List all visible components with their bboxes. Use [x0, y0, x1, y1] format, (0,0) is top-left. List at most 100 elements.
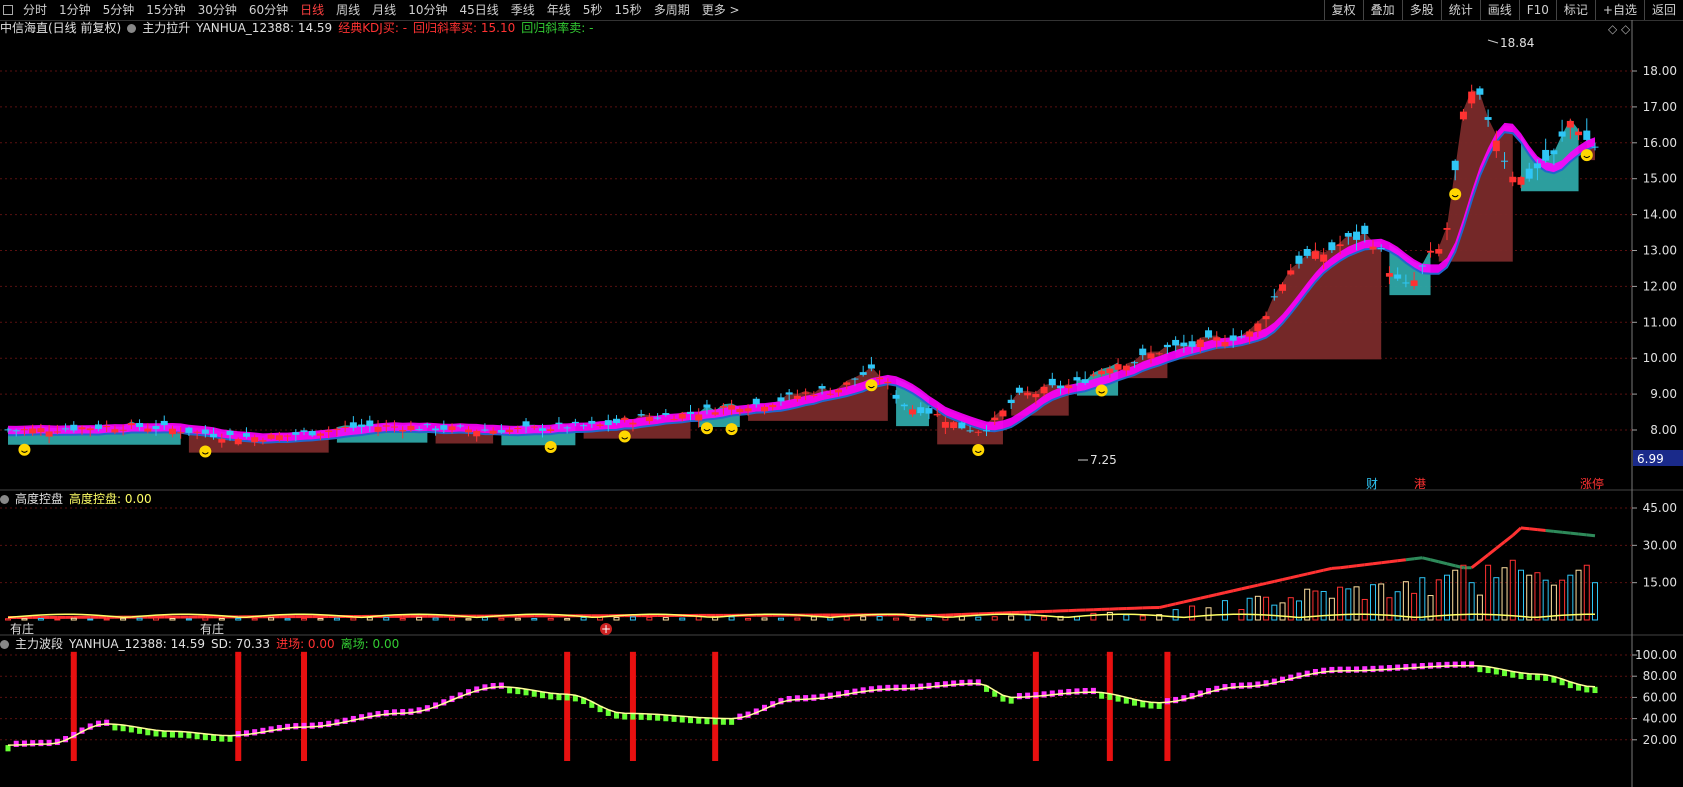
control-bar	[1106, 611, 1113, 621]
signal-bar	[301, 651, 308, 761]
wave-bar	[967, 679, 973, 686]
candle-body	[168, 428, 176, 435]
control-line	[1446, 562, 1456, 568]
control-bar	[1189, 605, 1196, 621]
candle-body	[193, 431, 201, 433]
candle-body	[1287, 270, 1295, 275]
candle-body	[316, 433, 324, 436]
candle-body	[826, 393, 834, 395]
candle-body	[218, 438, 226, 443]
wave-bar	[211, 734, 217, 742]
smiley-icon	[199, 445, 212, 458]
wave-bar	[901, 684, 907, 691]
candle-body	[1262, 316, 1270, 320]
wave-bar	[951, 680, 957, 687]
wave-bar	[679, 716, 685, 723]
control-bar	[1345, 588, 1352, 621]
wave-bar	[1584, 686, 1590, 693]
wave-bar	[712, 718, 718, 725]
wave-bar	[844, 689, 850, 697]
control-bar	[531, 618, 538, 621]
wave-bar	[276, 724, 282, 732]
control-bar	[1254, 595, 1261, 621]
candle-body	[1032, 393, 1040, 398]
control-bar	[87, 618, 94, 621]
y-tick-label: 30.00	[1643, 538, 1677, 552]
candle-body	[366, 420, 374, 427]
candle-body	[1418, 265, 1426, 267]
candle-body	[654, 417, 662, 419]
candle-body	[1131, 362, 1139, 364]
control-bar	[1411, 592, 1418, 621]
signal-bar	[1164, 651, 1171, 761]
wave-bar	[630, 713, 636, 720]
control-bar	[1452, 569, 1459, 621]
signal-bar	[235, 651, 242, 761]
candle-body	[358, 424, 366, 427]
wave-bar	[161, 731, 167, 738]
candle-body	[604, 420, 612, 426]
candle-body	[1196, 339, 1204, 348]
candle-body	[1410, 280, 1418, 286]
wave-bar	[309, 722, 315, 729]
gear-icon[interactable]	[0, 640, 9, 649]
candle-body	[382, 425, 390, 427]
zhuang-label: 有庄	[10, 621, 34, 636]
smiley-icon	[544, 440, 557, 453]
control-line	[1438, 560, 1448, 566]
low-label: 7.25	[1090, 453, 1117, 467]
wave-bar	[671, 715, 677, 722]
stock-title[interactable]: 中信海直(日线 前复权)	[0, 21, 121, 35]
candle-body	[670, 419, 678, 421]
wave-bar	[819, 693, 825, 700]
candle-body	[1361, 225, 1369, 235]
y-tick-label: 10.00	[1643, 351, 1677, 365]
candle-body	[1369, 246, 1377, 250]
gear-icon[interactable]	[127, 24, 137, 33]
candle-body	[1533, 163, 1541, 169]
smiley-icon	[972, 443, 985, 456]
candle-body	[53, 431, 61, 433]
control-bar	[1485, 564, 1492, 621]
chart-canvas[interactable]: 8.00 9.00 10.00 11.00 12.00 13.00 14.00 15.00 16…	[0, 0, 1683, 787]
candle-body	[580, 425, 588, 427]
wave-bar	[860, 687, 866, 694]
candle-body	[686, 411, 694, 414]
candle-body	[1237, 336, 1245, 338]
candle-body	[1073, 377, 1081, 381]
control-line	[1413, 556, 1423, 561]
control-line	[1167, 602, 1176, 608]
wave-bar	[1362, 666, 1368, 673]
y-tick-label: 9.00	[1650, 387, 1677, 401]
control-line	[1397, 558, 1407, 563]
candle-body	[1320, 254, 1328, 262]
control-line	[1290, 574, 1300, 580]
candle-body	[1385, 273, 1393, 277]
signal-bar	[70, 651, 77, 761]
candle-body	[1147, 353, 1155, 359]
wave-bar	[293, 723, 299, 730]
y-tick-label: 14.00	[1643, 208, 1677, 222]
y-tick-label: 15.00	[1643, 172, 1677, 186]
gear-icon[interactable]	[0, 495, 9, 504]
control-line	[1208, 593, 1218, 598]
control-bar	[1221, 600, 1228, 621]
candle-body	[555, 422, 563, 425]
candle-body	[1303, 248, 1311, 256]
candle-body	[1484, 117, 1492, 120]
control-bar	[399, 617, 406, 621]
wave-bar	[638, 713, 644, 720]
wave-bar	[13, 740, 19, 747]
control-line	[1520, 526, 1530, 531]
wave-bar	[1263, 680, 1269, 687]
y-tick-label: 12.00	[1643, 279, 1677, 293]
candle-body	[1344, 232, 1352, 237]
smiley-icon	[18, 443, 31, 456]
candle-body	[999, 410, 1007, 417]
candle-body	[1122, 365, 1130, 371]
candle-body	[637, 414, 645, 416]
wave-bar	[1025, 692, 1031, 699]
panel3-value: YANHUA_12388: 14.59	[69, 637, 205, 651]
control-line	[1495, 540, 1506, 550]
candle-body	[1525, 168, 1533, 179]
